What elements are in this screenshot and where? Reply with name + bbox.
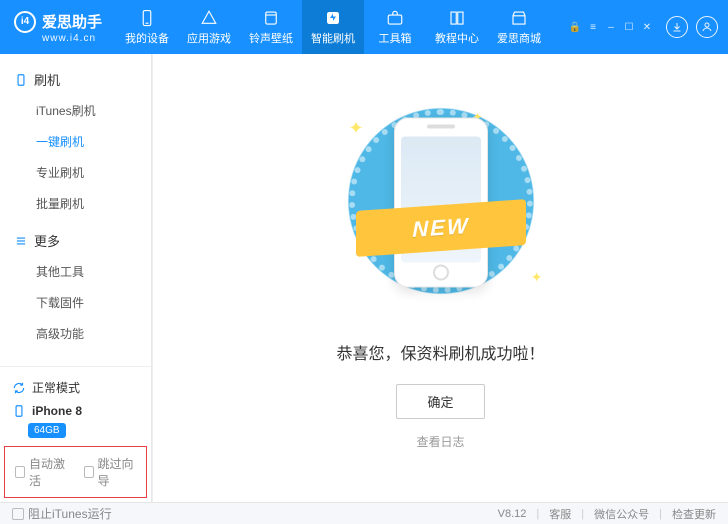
sidebar-item-advanced[interactable]: 高级功能 xyxy=(0,318,151,349)
nav-ringtone[interactable]: 铃声壁纸 xyxy=(240,0,302,54)
nav-toolbox[interactable]: 工具箱 xyxy=(364,0,426,54)
support-link[interactable]: 客服 xyxy=(549,506,571,522)
checkbox-icon xyxy=(15,466,25,478)
main-content: ✦ ✦ ✦ NEW 恭喜您，保资料刷机成功啦！ 确定 查看日志 xyxy=(152,54,728,502)
nav-label: 爱思商城 xyxy=(497,30,541,46)
nav-smart-flash[interactable]: 智能刷机 xyxy=(302,0,364,54)
window-controls: 🔒 ≡ – ☐ ✕ xyxy=(568,20,654,34)
book-icon xyxy=(448,9,466,27)
sidebar: 刷机 iTunes刷机 一键刷机 专业刷机 批量刷机 更多 其他工具 下载固件 … xyxy=(0,54,152,502)
sidebar-item-onekey-flash[interactable]: 一键刷机 xyxy=(0,126,151,157)
phone-small-icon xyxy=(12,404,26,418)
app-body: 刷机 iTunes刷机 一键刷机 专业刷机 批量刷机 更多 其他工具 下载固件 … xyxy=(0,54,728,502)
checkbox-skip-wizard[interactable]: 跳过向导 xyxy=(84,455,137,489)
wechat-link[interactable]: 微信公众号 xyxy=(594,506,649,522)
check-update-link[interactable]: 检查更新 xyxy=(672,506,716,522)
window-menu-icon[interactable]: ≡ xyxy=(586,20,600,34)
sidebar-bottom: 正常模式 iPhone 8 64GB xyxy=(0,366,151,446)
flash-icon xyxy=(324,9,342,27)
device-name-row[interactable]: iPhone 8 xyxy=(10,400,141,422)
sidebar-item-itunes-flash[interactable]: iTunes刷机 xyxy=(0,95,151,126)
device-mode-row[interactable]: 正常模式 xyxy=(10,375,141,400)
window-lock-icon[interactable]: 🔒 xyxy=(568,20,582,34)
sparkle-icon: ✦ xyxy=(531,269,543,286)
checkbox-block-itunes[interactable]: 阻止iTunes运行 xyxy=(12,505,112,522)
window-close-icon[interactable]: ✕ xyxy=(640,20,654,34)
music-icon xyxy=(262,9,280,27)
success-message: 恭喜您，保资料刷机成功啦！ xyxy=(336,340,544,364)
checkbox-icon xyxy=(84,466,94,478)
sidebar-section-more: 更多 xyxy=(0,225,151,256)
version-label: V8.12 xyxy=(498,508,527,520)
menu-icon xyxy=(14,234,28,248)
bottom-checks-highlight: 自动激活 跳过向导 xyxy=(4,446,147,498)
apps-icon xyxy=(200,9,218,27)
logo-block: i4 爱思助手 www.i4.cn xyxy=(0,0,116,54)
sidebar-item-other-tools[interactable]: 其他工具 xyxy=(0,256,151,287)
user-button[interactable] xyxy=(696,16,718,38)
sidebar-item-pro-flash[interactable]: 专业刷机 xyxy=(0,157,151,188)
sparkle-icon: ✦ xyxy=(349,118,364,139)
checkbox-icon xyxy=(12,508,24,520)
phone-icon xyxy=(138,9,156,27)
view-log-link[interactable]: 查看日志 xyxy=(416,433,464,450)
window-maximize-icon[interactable]: ☐ xyxy=(622,20,636,34)
sidebar-section-flash: 刷机 xyxy=(0,64,151,95)
storage-badge: 64GB xyxy=(28,423,66,438)
checkbox-auto-activate[interactable]: 自动激活 xyxy=(15,455,68,489)
app-header: i4 爱思助手 www.i4.cn 我的设备 应用游戏 铃声壁纸 智能刷机 工具… xyxy=(0,0,728,54)
nav-label: 工具箱 xyxy=(379,30,412,46)
nav-apps-games[interactable]: 应用游戏 xyxy=(178,0,240,54)
nav-tutorial[interactable]: 教程中心 xyxy=(426,0,488,54)
logo-icon: i4 xyxy=(14,11,36,33)
confirm-button[interactable]: 确定 xyxy=(396,384,484,419)
nav-label: 应用游戏 xyxy=(187,30,231,46)
nav-label: 我的设备 xyxy=(125,30,169,46)
toolbox-icon xyxy=(386,9,404,27)
sidebar-item-download-firmware[interactable]: 下载固件 xyxy=(0,287,151,318)
nav-label: 铃声壁纸 xyxy=(249,30,293,46)
nav-label: 教程中心 xyxy=(435,30,479,46)
window-minimize-icon[interactable]: – xyxy=(604,20,618,34)
sidebar-item-batch-flash[interactable]: 批量刷机 xyxy=(0,188,151,219)
header-right: 🔒 ≡ – ☐ ✕ xyxy=(568,0,728,54)
status-bar: 阻止iTunes运行 V8.12 | 客服 | 微信公众号 | 检查更新 xyxy=(0,502,728,524)
nav-my-device[interactable]: 我的设备 xyxy=(116,0,178,54)
download-button[interactable] xyxy=(666,16,688,38)
store-icon xyxy=(510,9,528,27)
nav-label: 智能刷机 xyxy=(311,30,355,46)
top-nav: 我的设备 应用游戏 铃声壁纸 智能刷机 工具箱 教程中心 爱思商城 xyxy=(116,0,568,54)
refresh-icon xyxy=(12,381,26,395)
app-subtitle: www.i4.cn xyxy=(42,33,102,44)
phone-outline-icon xyxy=(14,73,28,87)
success-illustration: ✦ ✦ ✦ NEW xyxy=(331,106,551,316)
new-ribbon: NEW xyxy=(356,205,526,251)
app-title: 爱思助手 xyxy=(42,11,102,32)
nav-store[interactable]: 爱思商城 xyxy=(488,0,550,54)
